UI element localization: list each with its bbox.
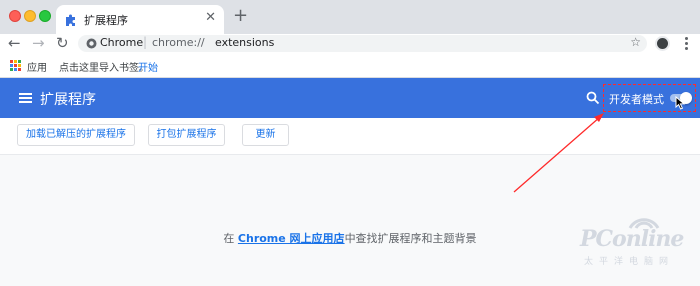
update-button[interactable]: 更新 — [242, 124, 289, 146]
puzzle-icon — [66, 14, 75, 26]
page-title: 扩展程序 — [40, 92, 96, 108]
window-titlebar: 扩展程序 ✕ + — [0, 0, 700, 34]
bookmarks-bar: 应用 点击这里导入书签。 开始 — [0, 54, 700, 78]
developer-mode-label: 开发者模式 — [609, 93, 664, 106]
url-host: extensions — [215, 36, 275, 49]
menu-dots-icon[interactable] — [680, 35, 694, 51]
tab-title: 扩展程序 — [84, 14, 128, 27]
search-icon[interactable] — [586, 91, 600, 105]
minimize-window-button[interactable] — [24, 10, 36, 22]
apps-grid-icon[interactable] — [10, 60, 21, 71]
empty-prefix: 在 — [223, 232, 238, 245]
bookmark-import-hint: 点击这里导入书签。 — [59, 63, 149, 74]
address-bar[interactable]: Chrome | chrome:// extensions ☆ — [78, 35, 647, 52]
web-store-link[interactable]: Chrome 网上应用店 — [238, 232, 345, 245]
extensions-header: 扩展程序 开发者模式 — [0, 78, 700, 118]
browser-toolbar: ← → ↻ Chrome | chrome:// extensions ☆ — [0, 34, 700, 54]
tab-extensions[interactable]: 扩展程序 ✕ — [56, 5, 224, 34]
maximize-window-button[interactable] — [39, 10, 51, 22]
bookmark-start-link[interactable]: 开始 — [138, 59, 158, 74]
url-scheme: chrome:// — [152, 36, 205, 49]
back-button[interactable]: ← — [8, 34, 21, 52]
empty-suffix: 中查找扩展程序和主题背景 — [344, 232, 477, 245]
chrome-icon — [86, 38, 97, 49]
bookmark-star-icon[interactable]: ☆ — [630, 35, 641, 49]
reload-button[interactable]: ↻ — [56, 34, 69, 52]
forward-button[interactable]: → — [32, 34, 45, 52]
url-separator: | — [143, 35, 148, 49]
bookmark-apps[interactable]: 应用 — [27, 59, 47, 74]
pconline-watermark-logo: PConline 太平洋电脑网 — [580, 212, 692, 274]
new-tab-button[interactable]: + — [233, 6, 248, 26]
pack-extension-button[interactable]: 打包扩展程序 — [148, 124, 225, 146]
profile-avatar[interactable] — [655, 36, 670, 51]
load-unpacked-button[interactable]: 加载已解压的扩展程序 — [17, 124, 135, 146]
mouse-cursor-icon — [675, 96, 686, 110]
tab-close-icon[interactable]: ✕ — [205, 10, 216, 26]
extensions-actions-bar: 加载已解压的扩展程序 打包扩展程序 更新 — [0, 118, 700, 155]
watermark-sub: 太平洋电脑网 — [584, 257, 675, 267]
close-window-button[interactable] — [9, 10, 21, 22]
watermark-brand: PConline — [580, 226, 684, 252]
site-label: Chrome — [100, 36, 144, 49]
menu-hamburger-icon[interactable] — [19, 93, 32, 103]
